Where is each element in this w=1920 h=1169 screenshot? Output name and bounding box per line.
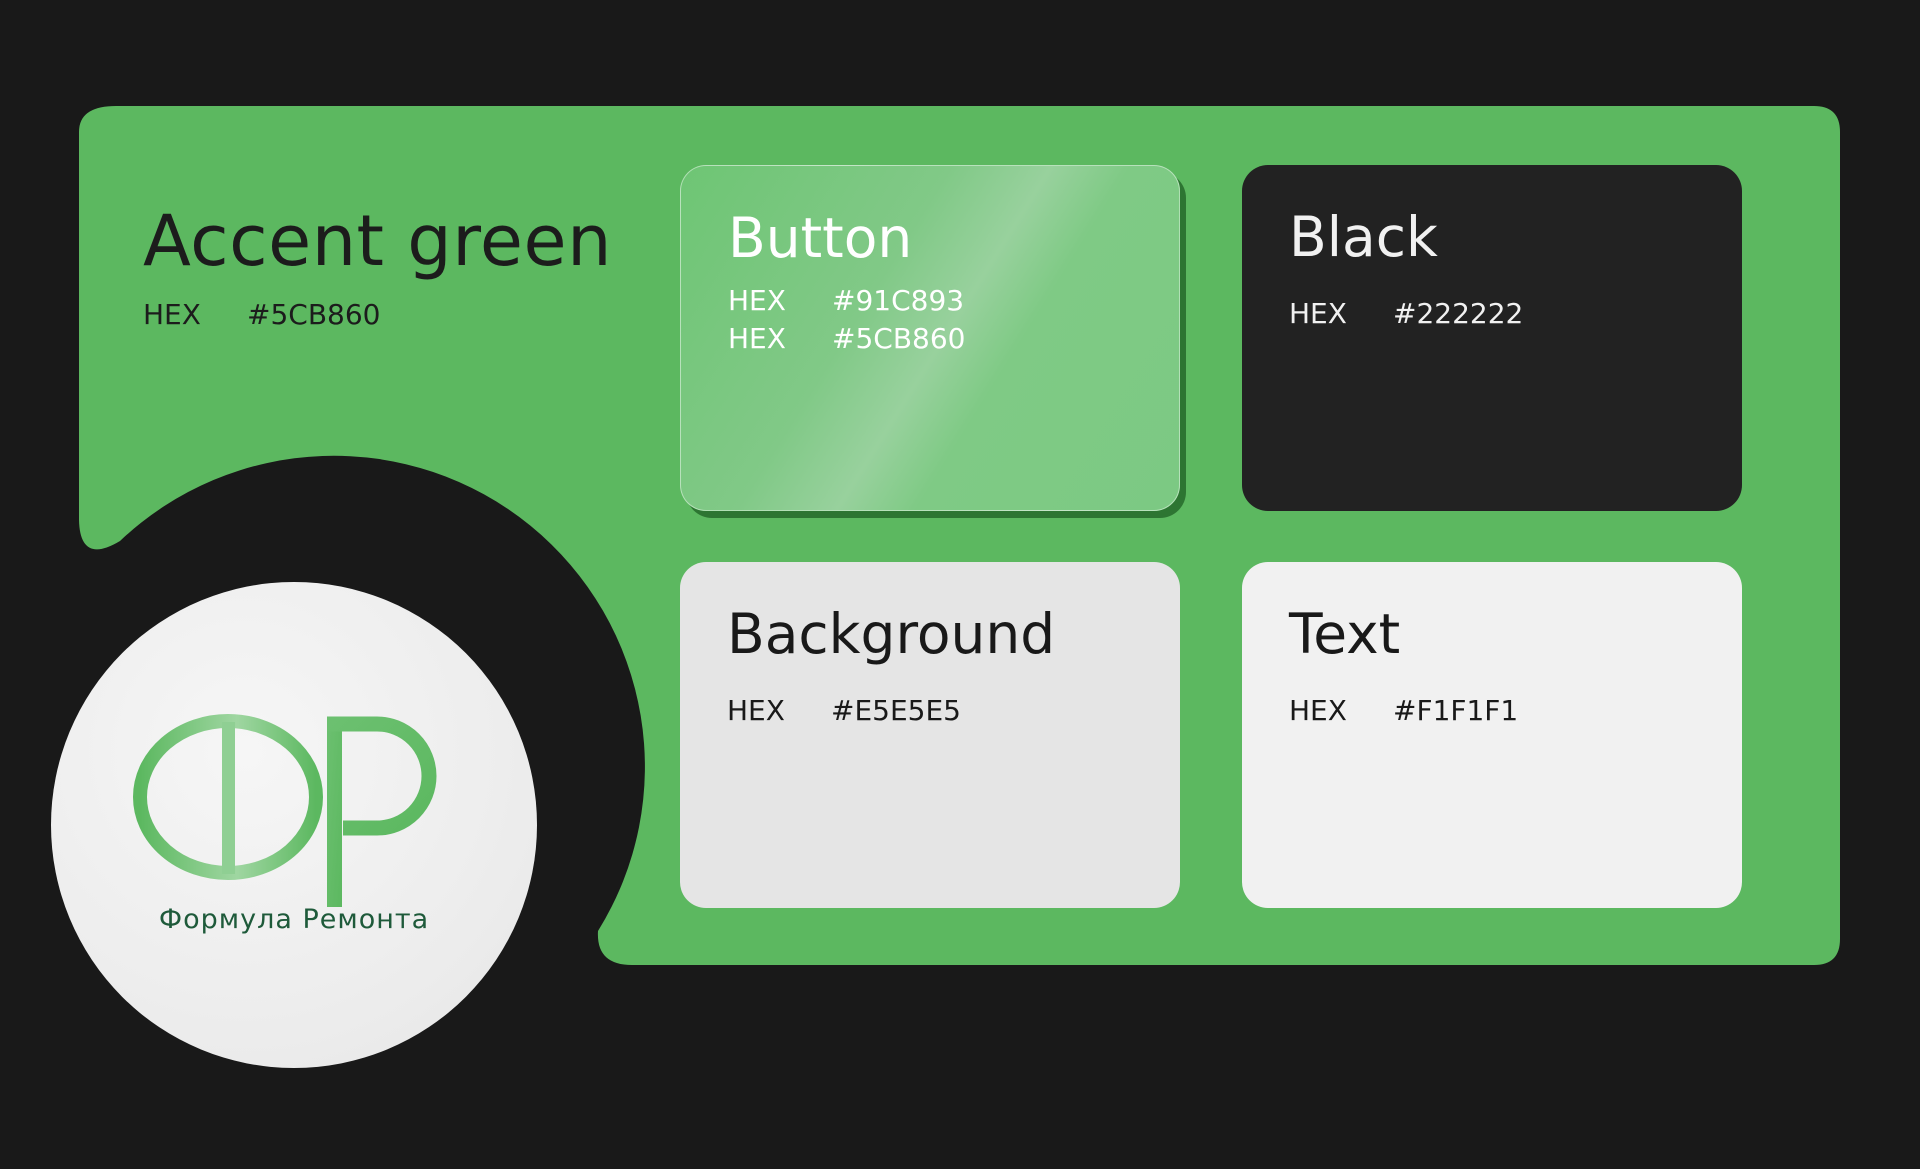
- accent-green-block: Accent green HEX #5CB860: [143, 206, 612, 334]
- accent-hex-row: HEX #5CB860: [143, 296, 612, 334]
- hex-row: HEX #222222: [1289, 295, 1742, 333]
- hex-row: HEX #5CB860: [728, 320, 1179, 358]
- hex-value: #91C893: [832, 284, 965, 317]
- hex-label: HEX: [1289, 297, 1347, 330]
- hex-label: HEX: [143, 298, 201, 331]
- hex-row: HEX #91C893: [728, 282, 1179, 320]
- card-title: Text: [1289, 602, 1401, 666]
- black-color-card: Black HEX #222222: [1242, 165, 1742, 511]
- hex-value: #222222: [1393, 297, 1524, 330]
- hex-value: #5CB860: [247, 298, 381, 331]
- button-color-card: Button HEX #91C893 HEX #5CB860: [680, 165, 1180, 511]
- hex-value: #F1F1F1: [1393, 694, 1519, 727]
- logo-caption: Формула Ремонта: [158, 904, 430, 935]
- hex-row: HEX #E5E5E5: [727, 692, 1180, 730]
- card-title: Button: [728, 206, 913, 270]
- hex-label: HEX: [728, 321, 786, 355]
- accent-title: Accent green: [143, 200, 612, 282]
- hex-value: #E5E5E5: [831, 694, 961, 727]
- hex-label: HEX: [727, 694, 785, 727]
- text-color-card: Text HEX #F1F1F1: [1242, 562, 1742, 908]
- hex-label: HEX: [1289, 694, 1347, 727]
- hex-value: #5CB860: [832, 321, 966, 355]
- hex-label: HEX: [728, 284, 786, 317]
- card-title: Black: [1289, 205, 1438, 269]
- card-title: Background: [727, 602, 1056, 666]
- logo-badge: Формула Ремонта: [51, 582, 537, 1068]
- hex-row: HEX #F1F1F1: [1289, 692, 1742, 730]
- fr-monogram-icon: [133, 714, 437, 907]
- background-color-card: Background HEX #E5E5E5: [680, 562, 1180, 908]
